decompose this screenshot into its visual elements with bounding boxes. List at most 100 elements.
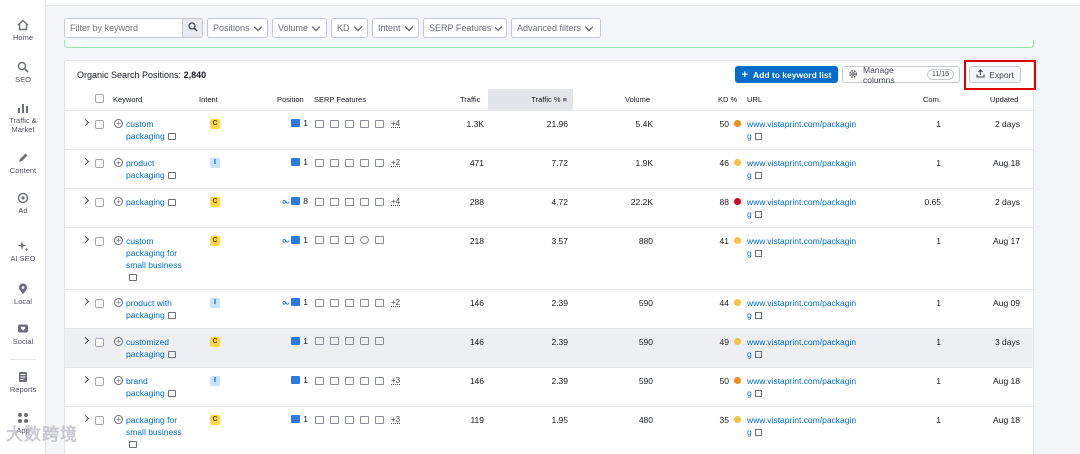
- url-link[interactable]: www.vistaprint.com/packaging: [747, 157, 859, 181]
- keyword-link[interactable]: custom packaging: [126, 118, 188, 142]
- expand-row-chevron-icon[interactable]: [81, 375, 90, 384]
- url-link[interactable]: www.vistaprint.com/packaging: [747, 118, 859, 142]
- intent-dropdown[interactable]: Intent: [372, 18, 419, 38]
- col-traffic[interactable]: Traffic: [460, 89, 484, 111]
- external-link-icon[interactable]: [754, 312, 762, 319]
- kd-dropdown[interactable]: KD: [331, 18, 368, 38]
- col-updated[interactable]: Updated: [990, 89, 1018, 111]
- add-keyword-icon[interactable]: +: [114, 415, 123, 424]
- col-serp-features[interactable]: SERP Features: [314, 89, 366, 111]
- external-link-icon[interactable]: [754, 390, 762, 397]
- serp-more-link[interactable]: +3: [391, 415, 400, 424]
- sidebar-item-seo[interactable]: SEO: [0, 61, 46, 85]
- add-keyword-icon[interactable]: +: [114, 236, 123, 245]
- add-keyword-icon[interactable]: +: [114, 337, 123, 346]
- expand-row-chevron-icon[interactable]: [81, 196, 90, 205]
- row-checkbox[interactable]: [95, 338, 104, 347]
- row-checkbox[interactable]: [95, 198, 104, 207]
- col-traffic-pct[interactable]: Traffic % ≡: [488, 89, 573, 111]
- keyword-link[interactable]: product with packaging: [126, 297, 188, 321]
- row-checkbox[interactable]: [95, 237, 104, 246]
- serp-more-link[interactable]: +3: [391, 376, 400, 385]
- serp-more-link[interactable]: +2: [391, 158, 400, 167]
- row-checkbox[interactable]: [95, 299, 104, 308]
- serp-snapshot-icon[interactable]: [167, 199, 176, 206]
- keyword-filter-input[interactable]: [65, 19, 182, 37]
- search-button[interactable]: [182, 19, 202, 37]
- keyword-link[interactable]: customized packaging: [126, 336, 188, 360]
- expand-row-chevron-icon[interactable]: [81, 336, 90, 345]
- expand-row-chevron-icon[interactable]: [81, 297, 90, 306]
- serp-more-link[interactable]: +4: [391, 197, 400, 206]
- keyword-link[interactable]: packaging: [126, 196, 188, 208]
- col-com[interactable]: Com.: [923, 89, 941, 111]
- keyword-link[interactable]: custom packaging for small business: [126, 235, 188, 283]
- row-checkbox[interactable]: [95, 120, 104, 129]
- table-row[interactable]: + custom packaging for small business C ⧜ 1 2…: [65, 228, 1033, 290]
- select-all-checkbox[interactable]: [95, 89, 104, 111]
- sidebar-item-ai-seo[interactable]: AI SEO: [0, 240, 46, 264]
- add-keyword-icon[interactable]: +: [114, 376, 123, 385]
- serp-snapshot-icon[interactable]: [129, 441, 137, 448]
- serp-more-link[interactable]: +4: [391, 119, 400, 128]
- serp-snapshot-icon[interactable]: [167, 390, 176, 397]
- table-row[interactable]: + product with packaging I ⧜ 1 +2 146 2.39 590 44…: [65, 290, 1033, 329]
- sidebar-item-traffic[interactable]: Traffic & Market: [0, 102, 46, 134]
- sidebar-item-content[interactable]: Content: [0, 152, 46, 176]
- url-link[interactable]: www.vistaprint.com/packaging: [747, 235, 859, 259]
- url-link[interactable]: www.vistaprint.com/packaging: [747, 375, 859, 399]
- sidebar-item-local[interactable]: Local: [0, 283, 46, 307]
- row-checkbox[interactable]: [95, 416, 104, 425]
- serp-snapshot-icon[interactable]: [129, 274, 137, 281]
- table-row[interactable]: + packaging C ⧜ 8 +4 288 4.72 22.2K 88 www.vistapr…: [65, 189, 1033, 228]
- table-row[interactable]: + customized packaging C 1 146 2.39 590 49 www.v…: [65, 329, 1033, 368]
- url-link[interactable]: www.vistaprint.com/packaging: [747, 336, 859, 360]
- url-link[interactable]: www.vistaprint.com/packaging: [747, 297, 859, 321]
- external-link-icon[interactable]: [754, 133, 762, 140]
- add-keyword-icon[interactable]: +: [114, 197, 123, 206]
- sidebar-item-social[interactable]: Social: [0, 323, 46, 347]
- volume-dropdown[interactable]: Volume: [272, 18, 327, 38]
- keyword-link[interactable]: packaging for small business: [126, 414, 188, 450]
- keyword-link[interactable]: product packaging: [126, 157, 188, 181]
- expand-row-chevron-icon[interactable]: [81, 157, 90, 166]
- table-row[interactable]: + brand packaging I 1 +3 146 2.39 590 50 www.vist…: [65, 368, 1033, 407]
- external-link-icon[interactable]: [754, 172, 762, 179]
- external-link-icon[interactable]: [754, 351, 762, 358]
- col-url[interactable]: URL: [747, 89, 762, 111]
- external-link-icon[interactable]: [754, 429, 762, 436]
- col-kd[interactable]: KD %: [718, 89, 737, 111]
- expand-row-chevron-icon[interactable]: [81, 414, 90, 423]
- serp-snapshot-icon[interactable]: [167, 172, 176, 179]
- external-link-icon[interactable]: [754, 211, 762, 218]
- positions-dropdown[interactable]: Positions: [207, 18, 268, 38]
- serp-snapshot-icon[interactable]: [167, 351, 176, 358]
- serp-more-link[interactable]: +2: [391, 298, 400, 307]
- expand-row-chevron-icon[interactable]: [81, 118, 90, 127]
- add-keyword-icon[interactable]: +: [114, 119, 123, 128]
- external-link-icon[interactable]: [754, 250, 762, 257]
- url-link[interactable]: www.vistaprint.com/packaging: [747, 196, 859, 220]
- keyword-link[interactable]: brand packaging: [126, 375, 188, 399]
- row-checkbox[interactable]: [95, 159, 104, 168]
- col-intent[interactable]: Intent: [199, 89, 218, 111]
- serp-features-dropdown[interactable]: SERP Features: [423, 18, 507, 38]
- col-keyword[interactable]: Keyword: [113, 89, 142, 111]
- table-row[interactable]: + custom packaging C 1 +4 1.3K 21.96 5.4K 50 www.…: [65, 111, 1033, 150]
- sidebar-item-ad[interactable]: Ad: [0, 192, 46, 216]
- col-position[interactable]: Position: [277, 89, 304, 111]
- advanced-filters-dropdown[interactable]: Advanced filters: [511, 18, 601, 38]
- expand-row-chevron-icon[interactable]: [81, 235, 90, 244]
- add-to-keyword-list-button[interactable]: + Add to keyword list: [735, 66, 838, 83]
- table-row[interactable]: + product packaging I 1 +2 471 7.72 1.9K 46 www.v…: [65, 150, 1033, 189]
- sidebar-item-home[interactable]: Home: [0, 19, 46, 43]
- col-volume[interactable]: Volume: [625, 89, 650, 111]
- serp-snapshot-icon[interactable]: [167, 312, 176, 319]
- url-link[interactable]: www.vistaprint.com/packaging: [747, 414, 859, 438]
- table-row[interactable]: + packaging for small business C 1 +3 119 1.95…: [65, 407, 1033, 454]
- serp-snapshot-icon[interactable]: [167, 133, 176, 140]
- row-checkbox[interactable]: [95, 377, 104, 386]
- add-keyword-icon[interactable]: +: [114, 298, 123, 307]
- manage-columns-button[interactable]: Manage columns 11/15: [842, 65, 960, 85]
- sidebar-item-reports[interactable]: Reports: [0, 371, 46, 395]
